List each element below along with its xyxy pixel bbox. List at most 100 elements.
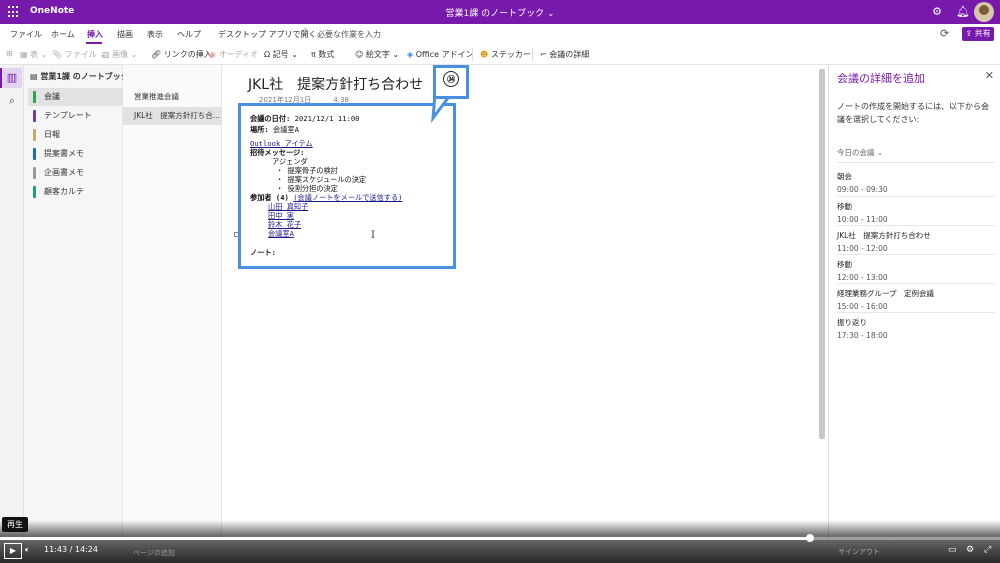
section-color-tab [33, 186, 36, 198]
meeting-name: 移動 [837, 260, 852, 269]
ribbon-emoji-button[interactable]: ☺ 絵文字 ⌄ [355, 49, 399, 60]
meeting-date-line: 会議の日付: 2021/12/1 11:00 [250, 114, 360, 124]
menu-view[interactable]: 表示 [147, 29, 163, 40]
menu-help[interactable]: ヘルプ [177, 29, 201, 40]
volume-icon[interactable]: 🔈︎ [25, 545, 30, 555]
ribbon-sticker-label: ステッカー [490, 50, 531, 59]
location-line: 場所: 会議室A [250, 125, 299, 135]
meeting-date-label: 会議の日付: [250, 114, 291, 123]
ribbon-sticker-button[interactable]: ☻ ステッカー [480, 49, 531, 60]
menu-file[interactable]: ファイル [10, 29, 42, 40]
scrollbar-thumb[interactable] [819, 69, 825, 439]
captions-icon[interactable]: ▭ [948, 545, 957, 555]
meeting-time: 09:00 - 09:30 [837, 185, 888, 194]
section-color-tab [33, 91, 36, 103]
divider [837, 312, 995, 313]
section-item[interactable]: 日報 [28, 126, 123, 144]
ribbon-emoji-label: 絵文字 ⌄ [365, 50, 400, 59]
nav-rail: ▥ ⌕ [0, 65, 24, 540]
video-time: 11:43 / 14:24 [44, 545, 98, 554]
ribbon-meeting-details-button[interactable]: ⌐ 会議の詳細 [540, 49, 589, 60]
notes-label: ノート: [250, 248, 276, 258]
step-number: ㉞ [443, 71, 459, 87]
section-item[interactable]: 提案書メモ [28, 145, 123, 163]
section-color-tab [33, 148, 36, 160]
notebook-picker[interactable]: ▤ 営業1課 のノートブック ⌄ [30, 71, 138, 82]
section-item[interactable]: 企画書メモ [28, 164, 123, 182]
canvas-scrollbar[interactable] [817, 65, 827, 540]
ribbon-table-button[interactable]: ▦ 表 ⌄ [20, 49, 47, 60]
meeting-item[interactable]: 朝会 09:00 - 09:30 [837, 171, 995, 197]
ribbon-audio-button[interactable]: ◉ オーディオ [209, 49, 258, 60]
ribbon-file-button[interactable]: 📎︎ ファイル ⌄ [52, 49, 106, 60]
meeting-name: 朝会 [837, 172, 852, 181]
divider [837, 283, 995, 284]
day-filter-dropdown[interactable]: 今日の会議 ⌄ [837, 147, 883, 158]
attendee-link[interactable]: 会議室A [268, 229, 294, 239]
ribbon-file-label: ファイル ⌄ [64, 50, 106, 59]
meeting-name: 振り返り [837, 318, 867, 327]
location-label: 場所: [250, 125, 269, 134]
play-button[interactable]: ▶ [4, 543, 22, 559]
lightbulb-icon: 💡︎ [302, 28, 309, 38]
sync-icon[interactable]: ⟳ [940, 27, 949, 40]
video-progress-bar[interactable] [0, 534, 1000, 542]
section-item[interactable]: テンプレート [28, 107, 123, 125]
ribbon-overflow-icon[interactable]: ⊞ [6, 49, 13, 58]
ribbon-image-button[interactable]: ▨ 画像 ⌄ [102, 49, 137, 60]
meeting-item[interactable]: 振り返り 17:30 - 18:00 [837, 317, 995, 343]
gear-icon[interactable]: ⚙ [929, 4, 945, 20]
tell-me-input[interactable]: 必要な作業を入力 [317, 29, 381, 40]
video-settings-icon[interactable]: ⚙ [966, 545, 974, 555]
send-notes-email-link[interactable]: (会議ノートをメールで送信する) [293, 193, 402, 202]
text-cursor-icon: I [371, 230, 375, 241]
bell-icon[interactable]: 🔔︎ [955, 4, 971, 20]
section-color-tab [33, 129, 36, 141]
add-page-button[interactable]: ページの追加 [133, 548, 175, 558]
ribbon-equation-button[interactable]: π 数式 [311, 49, 334, 60]
close-icon[interactable]: ✕ [985, 69, 994, 82]
meeting-item[interactable]: 経理業務グループ 定例会議 15:00 - 16:00 [837, 288, 995, 314]
sign-out-link[interactable]: サインアウト [838, 547, 880, 557]
ribbon-link-button[interactable]: 🔗︎ リンクの挿入 [151, 49, 212, 60]
divider [837, 162, 995, 163]
meeting-name: JKL社 提案方針打ち合わせ [837, 231, 931, 240]
share-button[interactable]: ⇪ 共有 [962, 27, 994, 41]
video-progress-knob[interactable] [806, 534, 814, 542]
page-item[interactable]: 営業推進会議 [123, 88, 222, 106]
pane-title: 会議の詳細を追加 [837, 72, 925, 85]
step-callout: ㉞ [433, 65, 469, 99]
menu-draw[interactable]: 描画 [117, 29, 133, 40]
ribbon-symbol-button[interactable]: Ω 記号 ⌄ [264, 49, 298, 60]
meeting-item[interactable]: JKL社 提案方針打ち合わせ 11:00 - 12:00 [837, 230, 995, 256]
meeting-name: 経理業務グループ 定例会議 [837, 289, 935, 298]
menu-insert[interactable]: 挿入 [87, 29, 103, 40]
pane-description: ノートの作成を開始するには、以下から会議を選択してください: [837, 102, 989, 124]
section-label: 会議 [44, 92, 60, 101]
section-item[interactable]: 会議 [28, 88, 123, 106]
page-canvas[interactable]: JKL社 提案方針打ち合わせ 2021年12月1日 4:38 会議の日付: 202… [223, 65, 817, 540]
ribbon-addin-button[interactable]: ◈ Office アドイン [407, 49, 474, 60]
meeting-item[interactable]: 移動 10:00 - 11:00 [837, 201, 995, 227]
meeting-date-value: 2021/12/1 11:00 [294, 114, 360, 123]
meeting-details-highlight: 会議の日付: 2021/12/1 11:00 場所: 会議室A Outlook … [238, 103, 456, 269]
title-bar: OneNote 営業1課 のノートブック ⌄ ⚙ 🔔︎ [0, 0, 1000, 24]
notebooks-icon[interactable]: ▥ [0, 68, 22, 88]
ribbon-table-label: 表 ⌄ [30, 50, 48, 59]
menu-home[interactable]: ホーム [51, 29, 75, 40]
divider [837, 225, 995, 226]
avatar[interactable] [974, 2, 994, 22]
meeting-item[interactable]: 移動 12:00 - 13:00 [837, 259, 995, 285]
divider [837, 196, 995, 197]
notebook-title[interactable]: 営業1課 のノートブック ⌄ [0, 6, 1000, 19]
app-window: OneNote 営業1課 のノートブック ⌄ ⚙ 🔔︎ ファイル ホーム 挿入 … [0, 0, 1000, 563]
ribbon-separator [532, 48, 533, 61]
search-icon[interactable]: ⌕ [2, 91, 22, 111]
page-item-selected[interactable]: JKL社 提案方針打ち合... [123, 107, 222, 125]
fullscreen-icon[interactable]: ⤢ [984, 545, 991, 555]
total-time: 14:24 [74, 545, 98, 554]
notes-label-text: ノート: [250, 248, 276, 257]
page-title[interactable]: JKL社 提案方針打ち合わせ [248, 74, 423, 94]
section-item[interactable]: 顧客カルテ [28, 183, 123, 201]
attendees-label: 参加者 (4) [250, 193, 289, 202]
